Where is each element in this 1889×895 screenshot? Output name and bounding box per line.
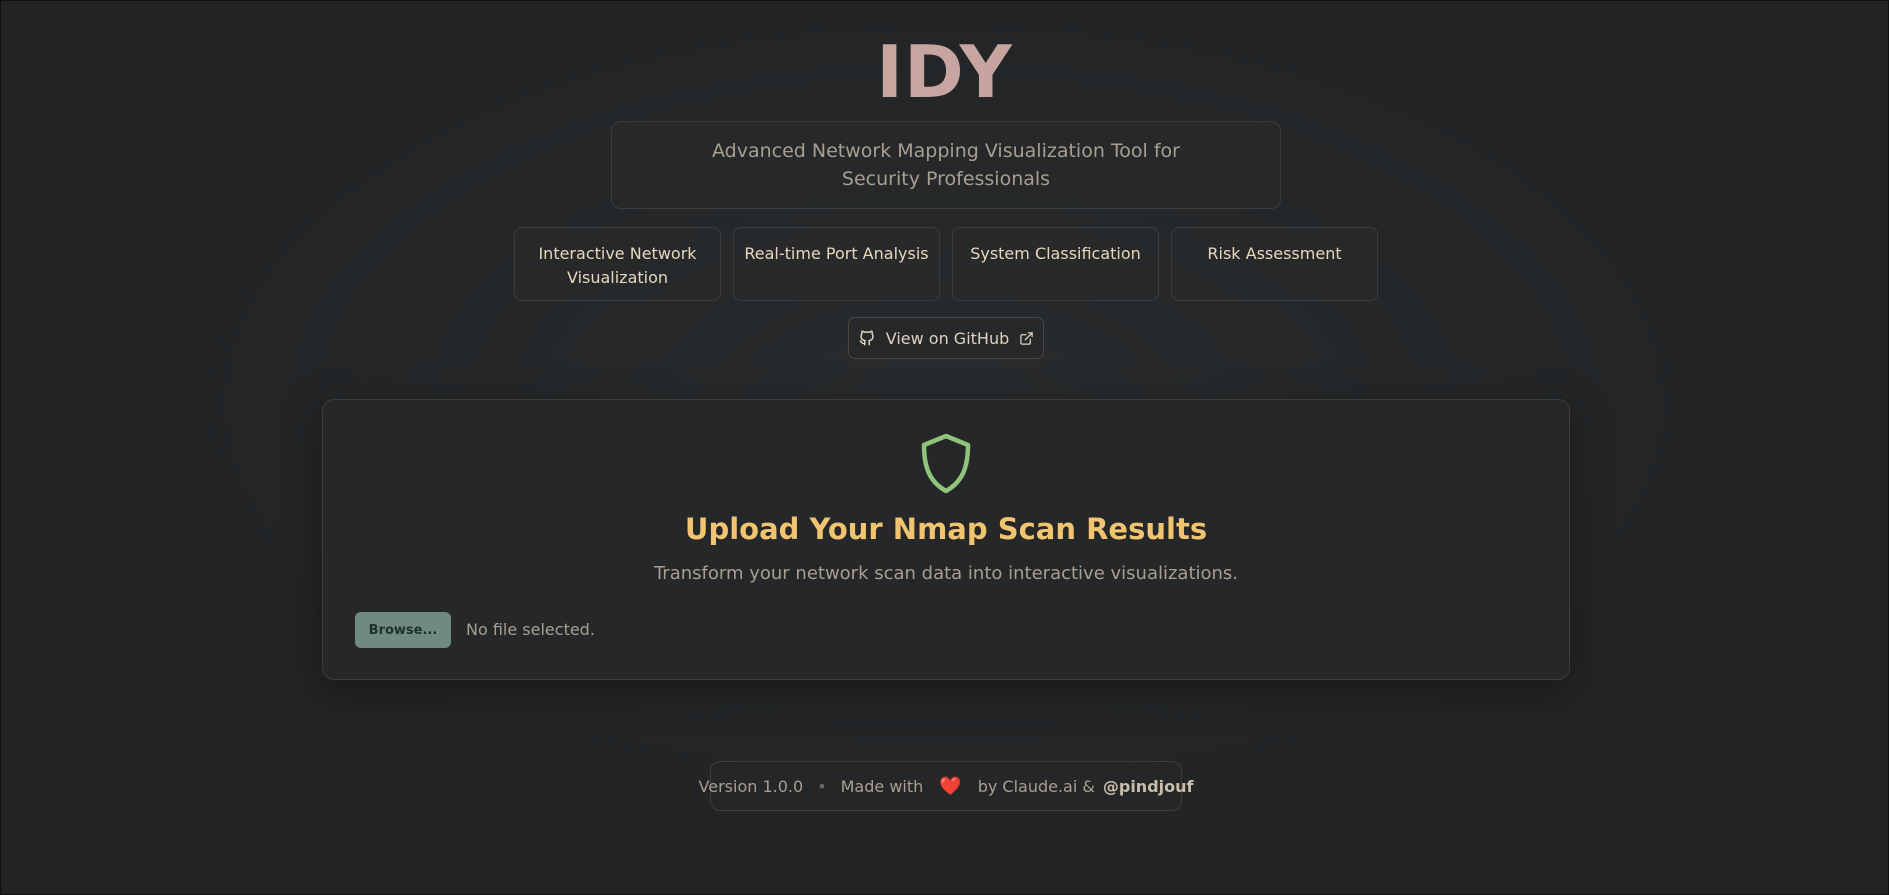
made-with-text: Made with	[840, 776, 924, 796]
browse-button[interactable]: Browse...	[355, 612, 451, 648]
github-button[interactable]: View on GitHub	[848, 317, 1044, 359]
heart-icon: ❤️	[939, 775, 962, 797]
app-title: IDY	[1, 29, 1888, 115]
github-label: View on GitHub	[885, 328, 1010, 348]
feature-card-risk-assessment: Risk Assessment	[1171, 227, 1378, 301]
subtitle-box: Advanced Network Mapping Visualization T…	[611, 121, 1281, 209]
github-icon	[858, 329, 876, 347]
by-text: by Claude.ai &	[977, 776, 1095, 796]
feature-card-port-analysis: Real-time Port Analysis	[733, 227, 940, 301]
subtitle-text: Advanced Network Mapping Visualization T…	[712, 140, 1180, 190]
upload-card: Upload Your Nmap Scan Results Transform …	[322, 399, 1570, 680]
feature-list: Interactive Network Visualization Real-t…	[514, 227, 1378, 301]
upload-description: Transform your network scan data into in…	[653, 563, 1239, 584]
feature-card-interactive-network: Interactive Network Visualization	[514, 227, 721, 301]
feature-card-system-classification: System Classification	[952, 227, 1159, 301]
footer-separator: •	[817, 776, 827, 796]
footer: Version 1.0.0 • Made with ❤️ by Claude.a…	[699, 761, 1193, 811]
external-link-icon	[1019, 331, 1034, 346]
version-text: Version 1.0.0	[698, 776, 804, 796]
upload-title: Upload Your Nmap Scan Results	[684, 512, 1208, 546]
shield-icon	[918, 432, 974, 500]
file-status: No file selected.	[466, 620, 595, 639]
author-handle-link[interactable]: @pindjouf	[1103, 777, 1194, 796]
